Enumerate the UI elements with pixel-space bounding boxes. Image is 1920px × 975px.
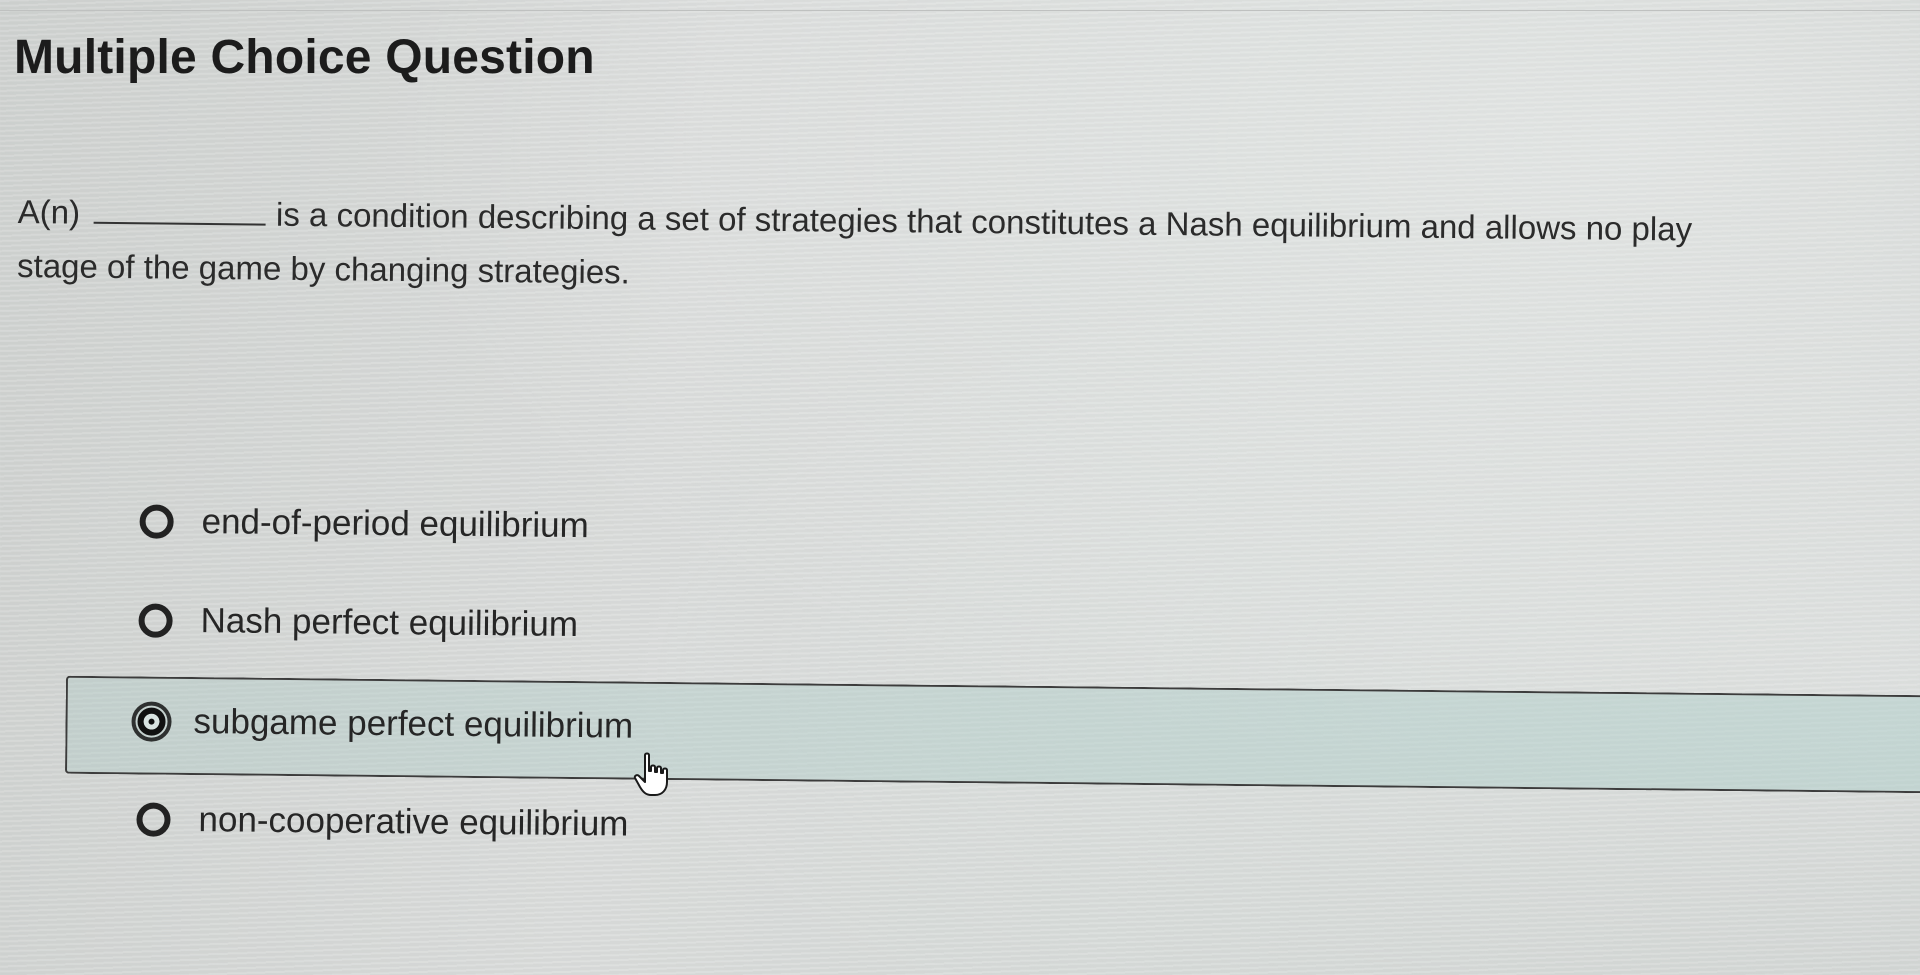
question-prompt: A(n) is a condition describing a set of s… xyxy=(17,185,1918,313)
question-text-line-1: is a condition describing a set of strat… xyxy=(275,195,1693,248)
option-label: subgame perfect equilibrium xyxy=(193,702,634,746)
option-non-cooperative[interactable]: non-cooperative equilibrium xyxy=(136,784,629,859)
hand-pointer-icon xyxy=(633,752,668,796)
radio-button-icon[interactable] xyxy=(136,802,171,837)
radio-button-icon[interactable] xyxy=(139,504,174,539)
answer-blank xyxy=(93,193,267,226)
option-end-of-period[interactable]: end-of-period equilibrium xyxy=(139,486,589,561)
question-text-line-2: stage of the game by changing strategies… xyxy=(16,246,631,291)
option-nash-perfect[interactable]: Nash perfect equilibrium xyxy=(138,585,578,660)
option-label: end-of-period equilibrium xyxy=(201,502,589,546)
top-divider xyxy=(0,0,1920,11)
radio-button-selected-icon[interactable] xyxy=(131,701,172,742)
radio-button-icon[interactable] xyxy=(138,603,173,638)
answer-options: end-of-period equilibrium Nash perfect e… xyxy=(0,485,1920,844)
option-label: non-cooperative equilibrium xyxy=(198,800,629,844)
page-title: Multiple Choice Question xyxy=(14,31,595,84)
option-label: Nash perfect equilibrium xyxy=(200,601,579,645)
option-subgame-perfect[interactable]: subgame perfect equilibrium xyxy=(131,686,634,761)
question-prefix: A(n) xyxy=(17,192,81,231)
